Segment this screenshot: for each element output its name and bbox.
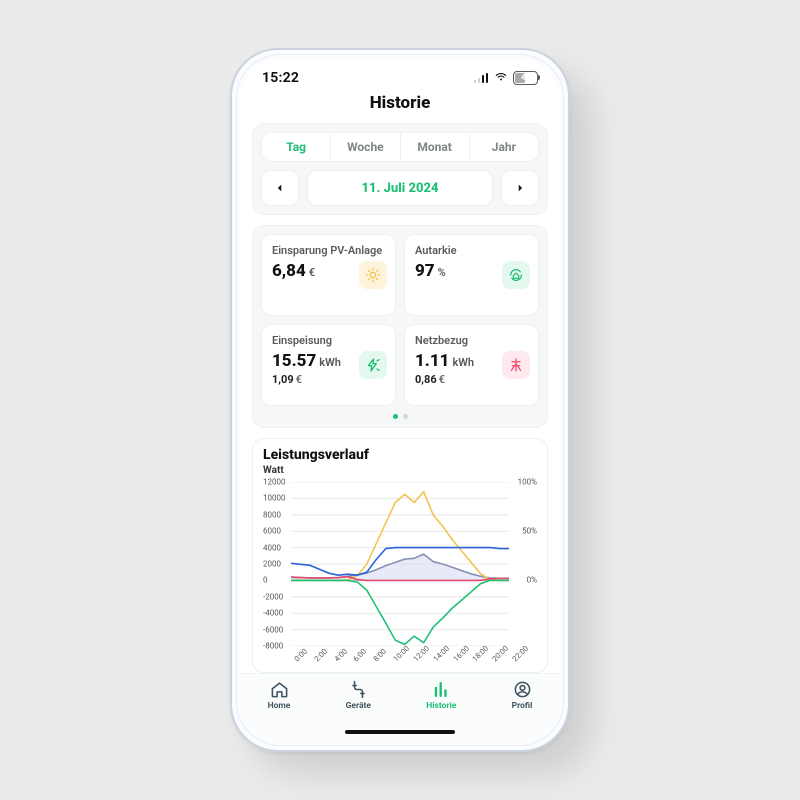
home-cycle-icon — [502, 261, 530, 289]
x-axis-label: 20:00 — [491, 644, 511, 664]
x-axis-label: 6:00 — [352, 647, 369, 664]
phone-frame: 15:22 44 Historie Tag Woche — [230, 48, 570, 752]
tile-grid[interactable]: Netzbezug 1.11kWh 0,86€ — [404, 324, 539, 406]
chart-card: Leistungsverlauf Watt 0:002:004:006:008:… — [252, 438, 548, 673]
y-axis-label: -8000 — [263, 642, 283, 651]
grid-icon — [502, 351, 530, 379]
x-axis-label: 16:00 — [451, 644, 471, 664]
x-axis-label: 8:00 — [372, 647, 389, 664]
status-bar: 15:22 44 — [240, 58, 560, 89]
nav-history[interactable]: Historie — [426, 680, 456, 711]
y-axis-label: -6000 — [263, 625, 283, 634]
feedin-icon — [359, 351, 387, 379]
y-axis-label: -2000 — [263, 592, 283, 601]
x-axis-label: 2:00 — [312, 647, 329, 664]
period-tab-week[interactable]: Woche — [330, 133, 399, 161]
y-axis-right-label: 50% — [522, 527, 537, 536]
chart-unit: Watt — [263, 465, 537, 476]
y-axis-label: 2000 — [263, 560, 281, 569]
summary-tiles-group: Einsparung PV-Anlage 6,84€ Autarkie 97% — [252, 225, 548, 428]
pagination-dots[interactable] — [261, 414, 539, 419]
y-axis-label: 4000 — [263, 543, 281, 552]
tile-label: Einsparung PV-Anlage — [272, 244, 385, 257]
period-tab-year[interactable]: Jahr — [469, 133, 538, 161]
nav-devices[interactable]: Geräte — [346, 680, 371, 711]
home-indicator — [345, 730, 455, 734]
date-picker[interactable]: 11. Juli 2024 — [307, 170, 493, 206]
y-axis-right-label: 100% — [518, 478, 537, 487]
x-axis-label: 0:00 — [292, 647, 309, 664]
period-selector-group: Tag Woche Monat Jahr 11. Juli 2024 — [252, 123, 548, 215]
tile-label: Netzbezug — [415, 334, 528, 347]
power-chart[interactable]: 0:002:004:006:008:0010:0012:0014:0016:00… — [263, 478, 537, 668]
battery-icon: 44 — [513, 71, 538, 85]
tile-label: Autarkie — [415, 244, 528, 257]
tile-autarky[interactable]: Autarkie 97% — [404, 234, 539, 316]
x-axis-label: 14:00 — [431, 644, 451, 664]
x-axis-label: 18:00 — [471, 644, 491, 664]
y-axis-label: 6000 — [263, 527, 281, 536]
y-axis-label: 8000 — [263, 510, 281, 519]
y-axis-label: -4000 — [263, 609, 283, 618]
status-time: 15:22 — [262, 70, 299, 86]
chart-title: Leistungsverlauf — [263, 447, 537, 463]
prev-day-button[interactable] — [261, 170, 299, 206]
tile-feedin[interactable]: Einspeisung 15.57kWh 1,09€ — [261, 324, 396, 406]
page-dot — [393, 414, 398, 419]
period-segmented: Tag Woche Monat Jahr — [261, 132, 539, 162]
x-axis-label: 10:00 — [391, 644, 411, 664]
cellular-signal-icon — [474, 73, 489, 83]
tile-savings[interactable]: Einsparung PV-Anlage 6,84€ — [261, 234, 396, 316]
next-day-button[interactable] — [501, 170, 539, 206]
y-axis-right-label: 0% — [527, 576, 537, 585]
y-axis-label: 10000 — [263, 494, 285, 503]
x-axis-label: 4:00 — [332, 647, 349, 664]
page-dot — [403, 414, 408, 419]
x-axis-label: 22:00 — [510, 644, 530, 664]
sun-icon — [359, 261, 387, 289]
y-axis-label: 0 — [263, 576, 268, 585]
nav-profile[interactable]: Profil — [512, 680, 533, 711]
tile-label: Einspeisung — [272, 334, 385, 347]
period-tab-day[interactable]: Tag — [262, 133, 330, 161]
x-axis-label: 12:00 — [411, 644, 431, 664]
page-title: Historie — [240, 93, 560, 113]
bottom-nav: Home Geräte Historie Profil — [240, 673, 560, 742]
nav-home[interactable]: Home — [268, 680, 291, 711]
wifi-icon — [494, 68, 508, 87]
y-axis-label: 12000 — [263, 478, 285, 487]
period-tab-month[interactable]: Monat — [400, 133, 469, 161]
